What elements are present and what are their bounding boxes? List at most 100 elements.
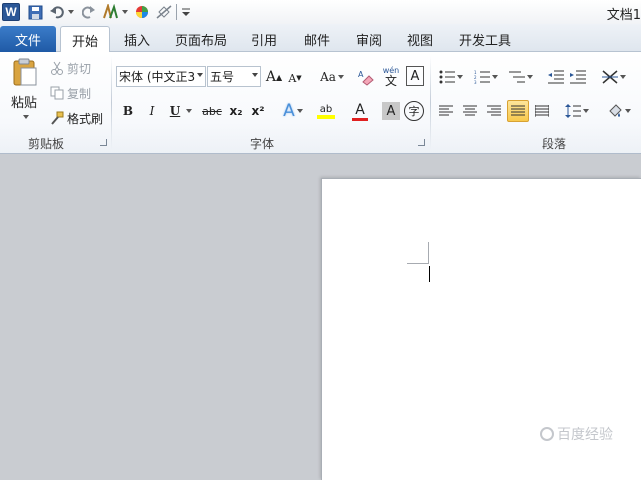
redo-button[interactable] bbox=[80, 2, 98, 22]
character-border-button[interactable]: A bbox=[406, 66, 424, 86]
paste-dropdown-icon[interactable] bbox=[20, 112, 30, 122]
ribbon-home: 粘贴 剪切 复制 格式刷 剪贴板 宋体 (中文正3 五号 A ▲ A ▼ Aa A … bbox=[0, 52, 641, 154]
group-separator bbox=[111, 56, 112, 150]
strikethrough-button[interactable]: abc bbox=[200, 100, 224, 122]
font-group-label: 字体 bbox=[250, 137, 275, 151]
clear-formatting-icon[interactable]: A bbox=[356, 66, 376, 88]
window-title: 文档1 bbox=[606, 8, 641, 23]
font-launcher-icon[interactable] bbox=[418, 139, 425, 146]
paint-bucket-icon bbox=[609, 104, 622, 117]
shading-button[interactable] bbox=[604, 100, 634, 122]
copy-button[interactable]: 复制 bbox=[50, 83, 91, 103]
font-name-combo[interactable]: 宋体 (中文正3 bbox=[116, 66, 206, 87]
shrink-font-button[interactable]: A ▼ bbox=[286, 69, 304, 87]
superscript-button[interactable]: x² bbox=[248, 100, 268, 122]
line-spacing-icon bbox=[565, 104, 581, 118]
paste-button[interactable]: 粘贴 bbox=[6, 92, 42, 111]
align-center-icon[interactable] bbox=[460, 100, 480, 122]
highlight-color-bar bbox=[317, 114, 335, 119]
undo-button[interactable] bbox=[48, 2, 76, 22]
multilevel-list-button[interactable] bbox=[506, 67, 536, 87]
phonetic-guide-button[interactable]: wén 文 bbox=[380, 64, 402, 88]
margin-corner-mark bbox=[407, 263, 429, 264]
bullets-button[interactable] bbox=[436, 67, 466, 87]
font-name-dropdown-icon[interactable] bbox=[197, 73, 203, 77]
title-bar: W 文档1 bbox=[0, 0, 641, 24]
subscript-button[interactable]: x₂ bbox=[226, 100, 246, 122]
tab-page-layout[interactable]: 页面布局 bbox=[170, 26, 232, 52]
format-painter-button[interactable]: 格式刷 bbox=[50, 108, 103, 128]
qat-separator bbox=[176, 4, 177, 20]
watermark: 百度经验 bbox=[540, 424, 613, 444]
tab-mailings[interactable]: 邮件 bbox=[296, 26, 338, 52]
font-size-value: 五号 bbox=[210, 70, 235, 84]
tab-references[interactable]: 引用 bbox=[244, 26, 284, 52]
font-color-bar bbox=[352, 117, 368, 121]
bold-button[interactable]: B bbox=[118, 100, 138, 122]
enclose-characters-button[interactable]: 字 bbox=[404, 101, 424, 121]
group-separator bbox=[430, 56, 431, 150]
increase-indent-icon[interactable] bbox=[568, 67, 588, 87]
cut-label: 剪切 bbox=[67, 61, 92, 76]
font-name-value: 宋体 (中文正3 bbox=[119, 70, 196, 84]
multilevel-list-icon bbox=[509, 71, 525, 83]
chinese-layout-icon bbox=[602, 70, 618, 84]
pen-tools-icon[interactable] bbox=[102, 2, 128, 22]
tab-developer[interactable]: 开发工具 bbox=[452, 26, 518, 52]
eraser-icon[interactable] bbox=[155, 2, 173, 22]
scissors-icon bbox=[51, 61, 63, 75]
numbering-button[interactable]: 123 bbox=[470, 67, 502, 87]
change-case-label: Aa bbox=[320, 70, 336, 84]
grow-font-button[interactable]: A ▲ bbox=[265, 67, 283, 87]
italic-button[interactable]: I bbox=[142, 100, 162, 122]
justify-icon[interactable] bbox=[507, 100, 529, 122]
line-spacing-button[interactable] bbox=[562, 100, 592, 122]
distributed-icon[interactable] bbox=[532, 100, 552, 122]
paragraph-group-label: 段落 bbox=[542, 137, 567, 151]
text-cursor bbox=[429, 266, 430, 282]
numbering-icon: 123 bbox=[474, 70, 490, 84]
grow-font-label: A bbox=[265, 69, 276, 85]
cut-button[interactable]: 剪切 bbox=[50, 58, 91, 78]
chinese-layout-button[interactable] bbox=[598, 67, 630, 87]
ribbon-tabs: 文件 开始 插入 页面布局 引用 邮件 审阅 视图 开发工具 bbox=[0, 24, 641, 53]
save-icon[interactable] bbox=[26, 2, 44, 22]
shrink-font-label: A bbox=[288, 71, 297, 85]
phonetic-char-icon: 文 bbox=[384, 74, 397, 88]
font-size-combo[interactable]: 五号 bbox=[207, 66, 261, 87]
change-case-button[interactable]: Aa bbox=[318, 67, 346, 87]
decrease-indent-icon[interactable] bbox=[546, 67, 566, 87]
character-shading-button[interactable]: A bbox=[382, 102, 400, 120]
format-painter-label: 格式刷 bbox=[67, 111, 104, 126]
align-right-icon[interactable] bbox=[484, 100, 504, 122]
watermark-logo-icon bbox=[540, 427, 554, 441]
paste-icon[interactable] bbox=[4, 56, 44, 88]
tab-file[interactable]: 文件 bbox=[0, 26, 56, 52]
align-left-icon[interactable] bbox=[436, 100, 456, 122]
color-wheel-icon[interactable] bbox=[134, 2, 150, 22]
tab-home[interactable]: 开始 bbox=[60, 26, 110, 53]
svg-text:3: 3 bbox=[474, 80, 477, 84]
customize-qat-icon[interactable] bbox=[180, 2, 192, 22]
clipboard-group-label: 剪贴板 bbox=[28, 137, 65, 151]
paintbrush-icon bbox=[51, 111, 64, 125]
underline-label: U bbox=[169, 104, 181, 118]
clipboard-launcher-icon[interactable] bbox=[100, 139, 107, 146]
highlight-button[interactable]: ab bbox=[310, 98, 342, 124]
font-size-dropdown-icon[interactable] bbox=[252, 73, 258, 77]
font-color-button[interactable]: A bbox=[346, 98, 374, 124]
font-color-label: A bbox=[355, 101, 365, 118]
undo-dropdown-icon[interactable] bbox=[68, 10, 74, 14]
text-effects-label: A bbox=[283, 101, 295, 121]
text-effects-button[interactable]: A bbox=[280, 100, 306, 122]
svg-text:A: A bbox=[358, 70, 364, 79]
tab-view[interactable]: 视图 bbox=[398, 26, 442, 52]
bullets-icon bbox=[439, 70, 455, 84]
word-app-icon[interactable]: W bbox=[2, 3, 20, 21]
tab-review[interactable]: 审阅 bbox=[348, 26, 390, 52]
highlight-label: ab bbox=[319, 103, 333, 115]
watermark-text: 百度经验 bbox=[557, 427, 613, 443]
underline-button[interactable]: U bbox=[166, 100, 196, 122]
margin-corner-mark bbox=[428, 242, 429, 264]
tab-insert[interactable]: 插入 bbox=[114, 26, 160, 52]
